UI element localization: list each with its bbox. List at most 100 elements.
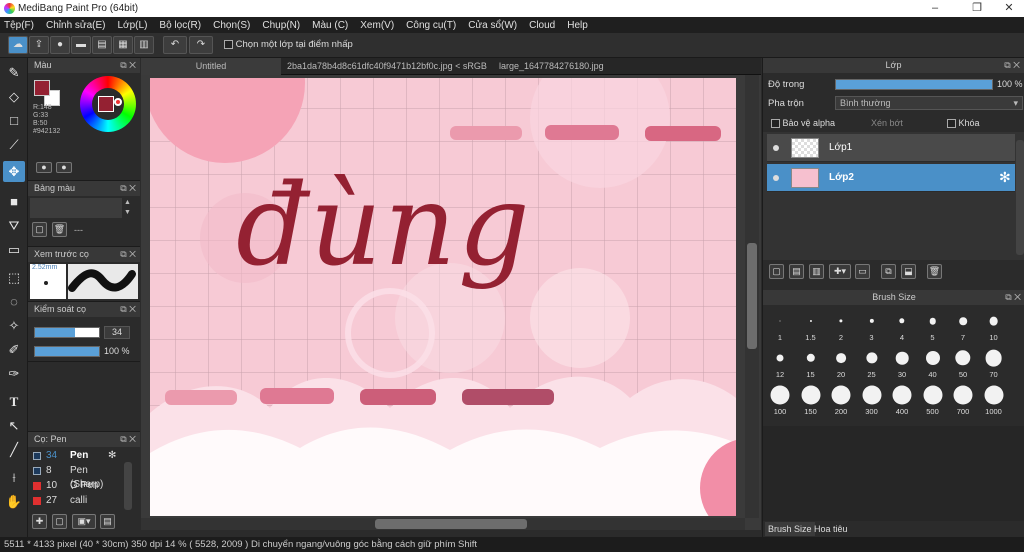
- move-tool-icon[interactable]: ✥: [3, 161, 25, 182]
- brush-size-option[interactable]: 5: [918, 309, 948, 342]
- eyedropper-icon[interactable]: ⟊: [3, 467, 25, 488]
- brush-size-option[interactable]: 300: [857, 383, 887, 416]
- brush-size-option[interactable]: 25: [857, 346, 887, 379]
- blend-mode-select[interactable]: Bình thường ▾: [835, 96, 1023, 110]
- tab-image-1[interactable]: 2ba1da78b4d8c61dfc40f9471b12bf0c.jpg < s…: [279, 58, 491, 88]
- brush-item[interactable]: 8 Pen (Sharp): [30, 464, 122, 490]
- panel-controls-icon[interactable]: ⧉ ✕: [1005, 290, 1021, 305]
- tab-brush-size[interactable]: Brush Size: [765, 522, 815, 536]
- layer-list-scrollbar[interactable]: [1016, 140, 1024, 255]
- brush-size-option[interactable]: 700: [948, 383, 978, 416]
- dot-pen-icon[interactable]: ⟋: [3, 134, 25, 155]
- horizontal-scrollbar[interactable]: [141, 518, 745, 530]
- color-wheel[interactable]: [80, 76, 136, 132]
- message-icon[interactable]: ▬: [71, 36, 91, 54]
- primary-color-swatch[interactable]: [34, 80, 50, 96]
- new-8bit-layer-icon[interactable]: ▥: [809, 264, 824, 279]
- menu-tools[interactable]: Công cụ(T): [406, 20, 456, 31]
- undo-icon[interactable]: ↶: [163, 36, 187, 54]
- menu-layer[interactable]: Lớp(L): [118, 20, 148, 31]
- magic-wand-icon[interactable]: ✧: [3, 315, 25, 336]
- brush-size-option[interactable]: 12: [765, 346, 795, 379]
- fill-shape-icon[interactable]: ■: [3, 191, 25, 212]
- cloud-icon[interactable]: ☁: [8, 36, 28, 54]
- close-button[interactable]: ✕: [994, 1, 1024, 16]
- comment-icon[interactable]: ●: [50, 36, 70, 54]
- panel-controls-icon[interactable]: ⧉ ✕: [1004, 58, 1020, 73]
- palette-scroll[interactable]: ▲ ▼: [124, 198, 131, 218]
- brush-size-option[interactable]: 500: [918, 383, 948, 416]
- merge-layer-icon[interactable]: ⬓: [901, 264, 916, 279]
- duplicate-layer-icon[interactable]: ⧉: [881, 264, 896, 279]
- brush-size-option[interactable]: 100: [765, 383, 795, 416]
- delete-palette-icon[interactable]: 🗑: [52, 222, 67, 237]
- folder-icon[interactable]: ▭: [855, 264, 870, 279]
- layer-item-2[interactable]: Lớp2 ✻: [767, 164, 1015, 192]
- tab-untitled[interactable]: Untitled: [141, 58, 281, 75]
- panel-controls-icon[interactable]: ⧉ ✕: [120, 247, 136, 262]
- protect-alpha-checkbox[interactable]: [771, 119, 780, 129]
- brush-size-option[interactable]: 4: [887, 309, 917, 342]
- menu-cloud[interactable]: Cloud: [529, 20, 555, 31]
- brush-size-option[interactable]: 200: [826, 383, 856, 416]
- color-mode-icon[interactable]: ●: [36, 162, 52, 173]
- layout-icon[interactable]: ▥: [134, 36, 154, 54]
- brush-size-option[interactable]: 30: [887, 346, 917, 379]
- brush-settings-icon[interactable]: ▤: [100, 514, 115, 529]
- maximize-button[interactable]: ❐: [962, 1, 992, 16]
- tab-image-2[interactable]: large_1647784276180.jpg: [491, 58, 691, 75]
- panel-controls-icon[interactable]: ⧉ ✕: [120, 58, 136, 73]
- gear-icon[interactable]: ✻: [999, 169, 1011, 186]
- menu-help[interactable]: Help: [567, 20, 588, 31]
- eraser-tool-icon[interactable]: ◇: [3, 86, 25, 107]
- hand-tool-icon[interactable]: ✋: [3, 491, 25, 512]
- brush-item[interactable]: 27 calli: [30, 494, 122, 508]
- brush-size-option[interactable]: 1: [765, 309, 795, 342]
- minimize-button[interactable]: –: [920, 1, 950, 16]
- redo-icon[interactable]: ↷: [189, 36, 213, 54]
- panel-controls-icon[interactable]: ⧉ ✕: [120, 302, 136, 317]
- brush-list-scrollbar[interactable]: [124, 462, 132, 510]
- lasso-icon[interactable]: ◌: [3, 291, 25, 312]
- menu-capture[interactable]: Chụp(N): [262, 20, 300, 31]
- brush-size-option[interactable]: 50: [948, 346, 978, 379]
- brush-opacity-slider[interactable]: [34, 346, 100, 357]
- layer-item-1[interactable]: Lớp1: [767, 134, 1015, 162]
- palette-area[interactable]: [30, 198, 122, 218]
- panel-controls-icon[interactable]: ⧉ ✕: [120, 181, 136, 196]
- brush-item[interactable]: 34 Pen ✻: [30, 449, 122, 463]
- brush-item[interactable]: 10 G Pen: [30, 479, 122, 493]
- menu-view[interactable]: Xem(V): [360, 20, 394, 31]
- rectangle-tool-icon[interactable]: □: [3, 110, 25, 131]
- new-halftone-layer-icon[interactable]: ▤: [789, 264, 804, 279]
- menu-select[interactable]: Chọn(S): [213, 20, 250, 31]
- select-layer-checkbox[interactable]: [224, 39, 233, 49]
- menu-file[interactable]: Tệp(F): [4, 20, 34, 31]
- drawing-canvas[interactable]: đùng: [150, 78, 736, 516]
- menu-window[interactable]: Cửa sổ(W): [468, 20, 517, 31]
- delete-layer-icon[interactable]: 🗑: [927, 264, 942, 279]
- gradient-tool-icon[interactable]: ▭: [3, 239, 25, 260]
- brush-size-option[interactable]: 70: [979, 346, 1009, 379]
- hue-handle[interactable]: [114, 98, 122, 106]
- brush-size-option[interactable]: 1000: [979, 383, 1009, 416]
- document-icon[interactable]: ▤: [92, 36, 112, 54]
- bucket-tool-icon[interactable]: ⛛: [3, 215, 25, 236]
- select-eraser-icon[interactable]: ✑: [3, 363, 25, 384]
- brush-size-option[interactable]: 400: [887, 383, 917, 416]
- brush-size-option[interactable]: 150: [796, 383, 826, 416]
- color-triangle[interactable]: [98, 96, 114, 112]
- add-layer-menu-icon[interactable]: ✚▾: [829, 264, 851, 279]
- eye-icon[interactable]: [773, 145, 779, 151]
- new-brush-icon[interactable]: ▢: [52, 514, 67, 529]
- vertical-scrollbar[interactable]: [745, 75, 759, 518]
- select-layer-option[interactable]: Chọn một lớp tại điểm nhấp: [224, 39, 353, 50]
- brush-size-option[interactable]: 7: [948, 309, 978, 342]
- protect-alpha-option[interactable]: Bảo vệ alpha: [771, 118, 835, 129]
- brush-size-option[interactable]: 20: [826, 346, 856, 379]
- lock-option[interactable]: Khóa: [947, 118, 980, 129]
- brush-menu-icon[interactable]: ▣▾: [72, 514, 96, 529]
- brush-tool-icon[interactable]: ✎: [3, 62, 25, 83]
- brush-size-option[interactable]: 15: [796, 346, 826, 379]
- brush-size-slider[interactable]: [34, 327, 100, 338]
